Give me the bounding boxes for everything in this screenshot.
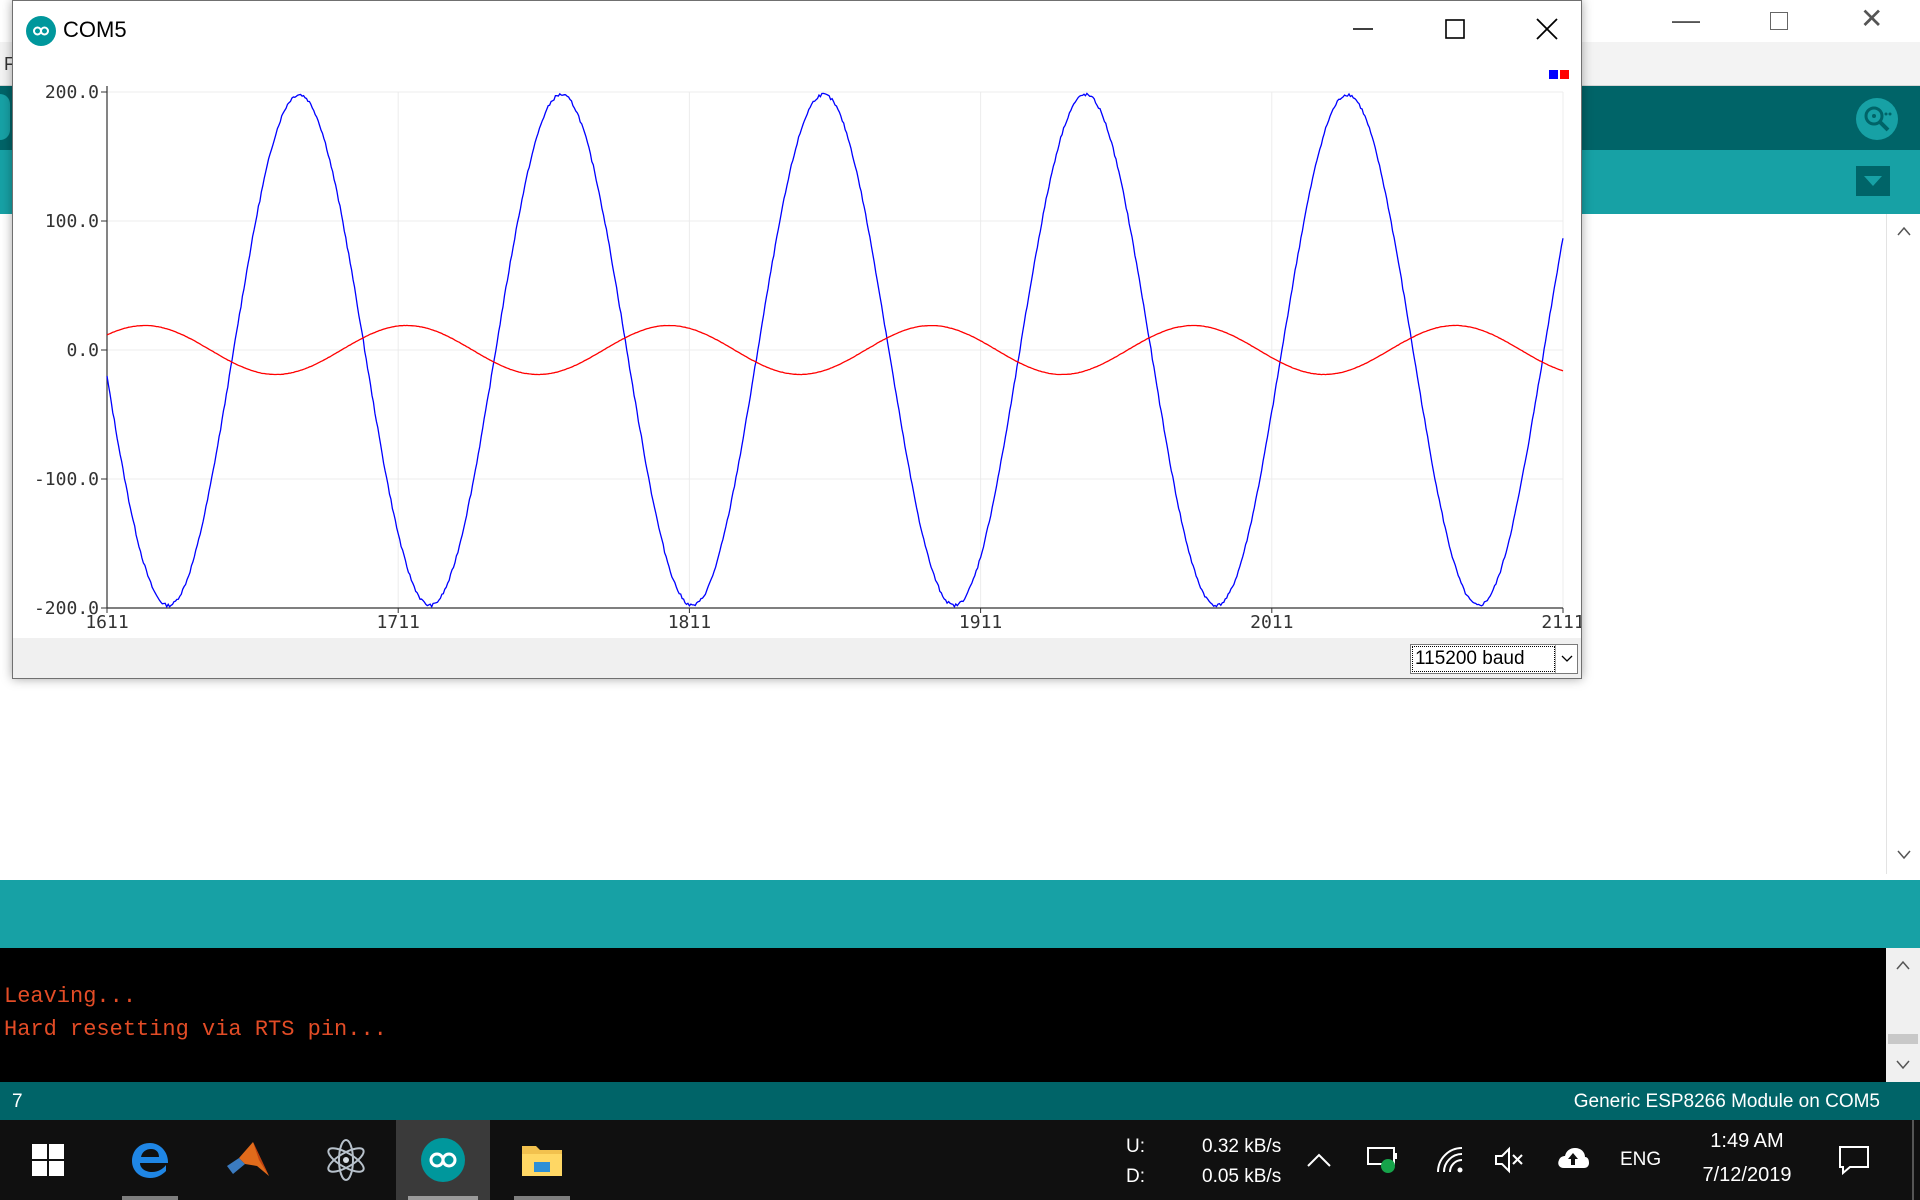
ide-message-bar bbox=[0, 880, 1920, 948]
file-explorer-icon bbox=[522, 1146, 562, 1176]
ide-restore-button[interactable] bbox=[1770, 12, 1788, 30]
windows-taskbar: U: D: 0.32 kB/s 0.05 kB/s ENG 1:49 AM 7/… bbox=[0, 1120, 1920, 1200]
minimize-button[interactable] bbox=[1317, 1, 1409, 57]
x-tick-label: 1811 bbox=[668, 612, 711, 633]
x-tick-label: 2011 bbox=[1250, 612, 1293, 633]
scroll-down-icon[interactable] bbox=[1896, 1060, 1910, 1070]
x-tick-label: 1911 bbox=[959, 612, 1002, 633]
scroll-up-icon[interactable] bbox=[1896, 960, 1910, 970]
net-down-label: D: bbox=[1126, 1166, 1145, 1187]
verify-button[interactable] bbox=[0, 94, 10, 140]
matlab-icon bbox=[227, 1142, 269, 1176]
status-board-port: Generic ESP8266 Module on COM5 bbox=[1573, 1091, 1880, 1112]
plot-canvas: 200.0100.00.0-100.0-200.01611 1711 1811 191… bbox=[34, 70, 1585, 633]
y-tick-label: -100.0 bbox=[34, 469, 99, 490]
close-button[interactable] bbox=[1501, 1, 1593, 57]
net-up-label: U: bbox=[1126, 1136, 1145, 1157]
show-desktop-button[interactable] bbox=[1912, 1120, 1914, 1200]
taskbar-app-matlab[interactable] bbox=[208, 1120, 288, 1200]
battery-icon[interactable] bbox=[1366, 1144, 1400, 1174]
serial-plot: 200.0 100.0 0.0 -100.0 -200.0 1611 1711 1811 191… bbox=[13, 57, 1585, 638]
serial-monitor-button[interactable] bbox=[1856, 98, 1898, 140]
baud-rate-select[interactable]: 115200 baud bbox=[1410, 644, 1578, 674]
y-tick-label: 0.0 bbox=[66, 340, 99, 361]
wifi-icon[interactable] bbox=[1434, 1144, 1464, 1174]
x-tick-label: 2111 bbox=[1541, 612, 1581, 633]
maximize-icon bbox=[1445, 19, 1465, 39]
console-scrollbar[interactable] bbox=[1886, 948, 1920, 1082]
maximize-button[interactable] bbox=[1409, 1, 1501, 57]
close-icon bbox=[1536, 18, 1558, 40]
windows-logo-icon bbox=[32, 1144, 64, 1176]
clock-date[interactable]: 7/12/2019 bbox=[1686, 1164, 1808, 1187]
editor-scrollbar[interactable] bbox=[1886, 214, 1920, 874]
taskbar-app-edge[interactable] bbox=[110, 1120, 190, 1200]
minimize-icon bbox=[1353, 28, 1373, 30]
y-tick-label: 200.0 bbox=[45, 82, 99, 103]
volume-muted-icon[interactable] bbox=[1494, 1146, 1524, 1174]
legend-swatch-1 bbox=[1549, 70, 1558, 79]
chevron-down-icon bbox=[1864, 176, 1882, 186]
ide-console-output: Leaving... Hard resetting via RTS pin... bbox=[0, 948, 1886, 1082]
console-line: Hard resetting via RTS pin... bbox=[4, 1017, 387, 1042]
window-title: COM5 bbox=[63, 17, 127, 42]
arduino-icon bbox=[26, 16, 56, 46]
serial-monitor-icon bbox=[1864, 106, 1892, 132]
scroll-down-icon[interactable] bbox=[1897, 850, 1911, 860]
console-line: Leaving... bbox=[4, 984, 137, 1009]
scrollbar-thumb[interactable] bbox=[1888, 1034, 1918, 1044]
atom-icon bbox=[327, 1139, 365, 1181]
dropdown-button[interactable] bbox=[1555, 645, 1577, 673]
action-center-icon[interactable] bbox=[1838, 1144, 1870, 1176]
input-language[interactable]: ENG bbox=[1620, 1149, 1661, 1171]
x-tick-label: 1711 bbox=[377, 612, 420, 633]
plotter-title-bar[interactable]: COM5 bbox=[13, 1, 1581, 57]
ide-minimize-button[interactable]: — bbox=[1672, 4, 1700, 36]
chevron-down-icon bbox=[1561, 655, 1572, 662]
x-tick-label: 1611 bbox=[85, 612, 128, 633]
ide-close-button[interactable]: ✕ bbox=[1860, 2, 1883, 35]
taskbar-app-arduino[interactable] bbox=[396, 1120, 490, 1200]
scroll-up-icon[interactable] bbox=[1897, 226, 1911, 236]
net-down-value: 0.05 kB/s bbox=[1202, 1166, 1282, 1187]
arduino-icon bbox=[421, 1138, 465, 1182]
status-line-number: 7 bbox=[12, 1091, 23, 1112]
plotter-bottom-bar: 115200 baud bbox=[13, 638, 1581, 678]
net-up-value: 0.32 kB/s bbox=[1202, 1136, 1282, 1157]
edge-icon bbox=[132, 1143, 169, 1178]
taskbar-app-atom[interactable] bbox=[306, 1120, 386, 1200]
tab-menu-button[interactable] bbox=[1856, 166, 1890, 196]
legend-swatch-2 bbox=[1560, 70, 1569, 79]
y-tick-label: 100.0 bbox=[45, 211, 99, 232]
show-hidden-icons-icon[interactable] bbox=[1306, 1152, 1332, 1168]
start-button[interactable] bbox=[8, 1120, 88, 1200]
clock-time[interactable]: 1:49 AM bbox=[1698, 1130, 1796, 1153]
ide-status-bar: 7 Generic ESP8266 Module on COM5 bbox=[0, 1082, 1920, 1120]
serial-plotter-window: COM5 200.0 100.0 0.0 -100.0 -200.0 1611 1711 18… bbox=[12, 0, 1585, 679]
onedrive-upload-icon[interactable] bbox=[1556, 1146, 1590, 1172]
taskbar-app-file-explorer[interactable] bbox=[502, 1120, 582, 1200]
